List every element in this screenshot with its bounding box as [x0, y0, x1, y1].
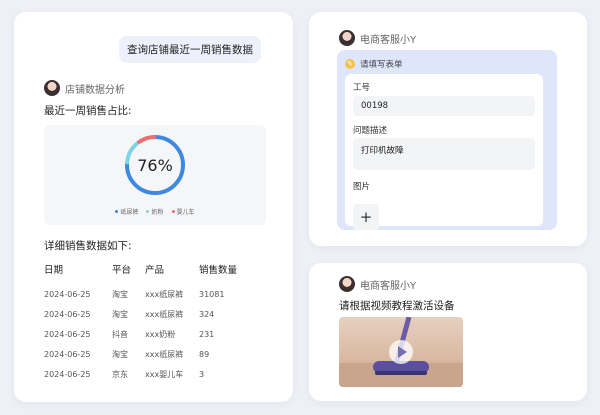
form-body: 工号 00198 问题描述 打印机故障 图片 + [345, 74, 543, 230]
video-thumbnail[interactable] [339, 317, 463, 387]
header-product: 产品 [145, 265, 165, 276]
chart-title: 最近一周销售占比: [44, 105, 132, 117]
form-chat-card: 电商客服小Y ✎ 请填写表单 工号 00198 问题描述 打印机故障 图片 + [309, 12, 587, 246]
cell-product: xxx纸尿裤 [145, 289, 184, 299]
agent-name: 店铺数据分析 [65, 84, 125, 96]
cell-platform: 淘宝 [112, 309, 128, 319]
id-field-value: 00198 [361, 101, 389, 111]
legend-item-diapers: 纸尿裤 [115, 207, 138, 216]
user-message-bubble: 查询店铺最近一周销售数据 [119, 36, 261, 63]
chart-legend: 纸尿裤 奶粉 婴儿车 [44, 207, 266, 216]
image-label: 图片 [353, 182, 371, 192]
legend-dot-stroller [171, 210, 175, 213]
add-image-button[interactable]: + [353, 204, 379, 230]
agent-avatar [44, 80, 60, 96]
table-row: 2024-06-25 淘宝 xxx纸尿裤 324 [44, 304, 274, 324]
video-question: 请根据视频教程激活设备 [339, 300, 455, 312]
cell-product: xxx奶粉 [145, 329, 176, 339]
agent-header: 店铺数据分析 [44, 80, 125, 96]
cell-platform: 抖音 [112, 329, 128, 339]
agent-header: 电商客服小Y [339, 30, 416, 46]
cell-quantity: 324 [199, 309, 215, 319]
legend-dot-milk [146, 210, 150, 213]
desc-field-value: 打印机故障 [361, 146, 404, 156]
table-row: 2024-06-25 抖音 xxx奶粉 231 [44, 324, 274, 344]
desc-field[interactable]: 打印机故障 [353, 138, 535, 170]
form-panel: ✎ 请填写表单 工号 00198 问题描述 打印机故障 图片 + [337, 50, 557, 230]
agent-header: 电商客服小Y [339, 276, 416, 292]
cell-quantity: 89 [199, 349, 210, 359]
legend-label-milk: 奶粉 [151, 209, 164, 216]
cell-date: 2024-06-25 [44, 369, 91, 379]
agent-name: 电商客服小Y [360, 280, 417, 292]
donut-slice-2 [137, 135, 157, 144]
table-row: 2024-06-25 京东 xxx婴儿车 3 [44, 364, 274, 384]
donut-svg: 76% [125, 135, 185, 195]
id-field[interactable]: 00198 [353, 96, 535, 116]
video-chat-card: 电商客服小Y 请根据视频教程激活设备 [309, 263, 587, 401]
cell-product: xxx婴儿车 [145, 369, 184, 379]
agent-avatar [339, 30, 355, 46]
cell-date: 2024-06-25 [44, 349, 91, 359]
form-header: ✎ 请填写表单 [345, 58, 403, 70]
cell-quantity: 231 [199, 329, 215, 339]
table-row: 2024-06-25 淘宝 xxx纸尿裤 89 [44, 344, 274, 364]
header-platform: 平台 [112, 265, 132, 276]
form-header-label: 请填写表单 [360, 60, 403, 70]
header-date: 日期 [44, 265, 64, 276]
donut-center-label: 76% [137, 156, 173, 175]
legend-label-stroller: 婴儿车 [176, 209, 195, 216]
agent-name: 电商客服小Y [360, 34, 417, 46]
header-quantity: 销售数量 [199, 265, 238, 276]
sales-chat-card: 查询店铺最近一周销售数据 店铺数据分析 最近一周销售占比: 76% 纸尿裤 奶粉… [14, 12, 293, 402]
table-header-row: 日期 平台 产品 销售数量 [44, 262, 274, 284]
cell-product: xxx纸尿裤 [145, 309, 184, 319]
legend-item-stroller: 婴儿车 [171, 207, 195, 216]
play-icon [398, 346, 407, 358]
legend-item-milk: 奶粉 [146, 207, 164, 216]
cell-date: 2024-06-25 [44, 309, 91, 319]
cell-platform: 淘宝 [112, 349, 128, 359]
cell-platform: 淘宝 [112, 289, 128, 299]
cell-product: xxx纸尿裤 [145, 349, 184, 359]
cell-quantity: 3 [199, 369, 205, 379]
id-label: 工号 [353, 83, 371, 93]
legend-dot-diapers [115, 210, 119, 213]
detail-title: 详细销售数据如下: [44, 240, 132, 252]
play-button[interactable] [389, 340, 413, 364]
cell-quantity: 31081 [199, 289, 225, 299]
agent-avatar [339, 276, 355, 292]
form-icon: ✎ [345, 59, 355, 69]
sales-table: 日期 平台 产品 销售数量 2024-06-25 淘宝 xxx纸尿裤 31081… [44, 262, 274, 384]
desc-label: 问题描述 [353, 126, 388, 136]
cell-date: 2024-06-25 [44, 329, 91, 339]
donut-chart: 76% 纸尿裤 奶粉 婴儿车 [44, 125, 266, 225]
table-row: 2024-06-25 淘宝 xxx纸尿裤 31081 [44, 284, 274, 304]
cell-date: 2024-06-25 [44, 289, 91, 299]
legend-label-diapers: 纸尿裤 [120, 209, 139, 216]
cell-platform: 京东 [112, 369, 128, 379]
